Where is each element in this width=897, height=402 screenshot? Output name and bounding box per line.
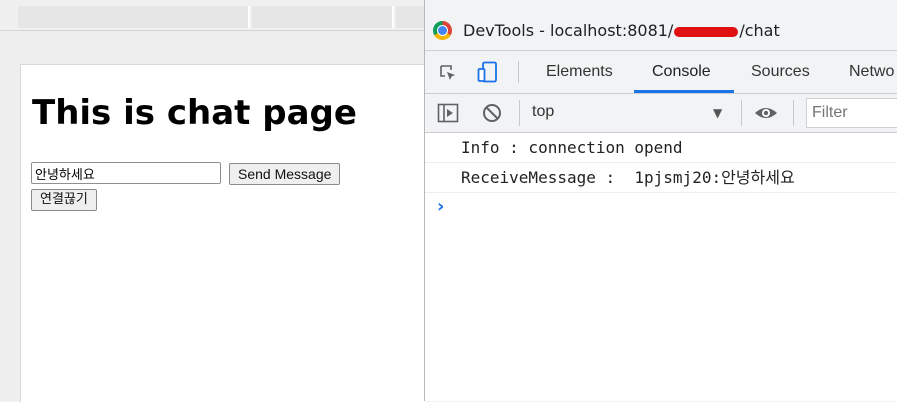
tab-elements[interactable]: Elements <box>546 63 613 81</box>
toolbar-separator <box>741 100 742 126</box>
disconnect-button[interactable]: 연결끊기 <box>31 189 97 211</box>
live-expression-eye-icon[interactable] <box>753 103 779 123</box>
active-tab-indicator <box>634 90 734 93</box>
devtools-title: DevTools - localhost:8081/ /chat <box>463 21 780 40</box>
redaction-mark <box>674 26 739 37</box>
devtools-titlebar: DevTools - localhost:8081/ /chat <box>425 0 897 51</box>
page-title: This is chat page <box>32 93 357 133</box>
devtools-tabbar: Elements Console Sources Netwo <box>425 51 897 94</box>
chat-page: This is chat page Send Message 연결끊기 <box>20 64 425 402</box>
browser-tabstrip <box>0 0 426 31</box>
console-log-line: ReceiveMessage : 1pjsmj20:안녕하세요 <box>425 163 897 193</box>
message-input[interactable] <box>31 162 221 184</box>
browser-tab[interactable] <box>396 6 426 28</box>
dropdown-arrow-icon[interactable]: ▼ <box>713 106 722 120</box>
context-selector[interactable]: top <box>532 103 554 121</box>
devtools-title-suffix: /chat <box>739 21 780 40</box>
filter-input[interactable] <box>806 98 897 128</box>
tab-separator <box>518 61 519 83</box>
console-prompt-icon[interactable]: › <box>437 196 444 217</box>
chrome-logo-icon <box>433 21 452 40</box>
devtools-panel: DevTools - localhost:8081/ /chat Elements… <box>424 0 897 401</box>
console-toolbar: top ▼ <box>425 94 897 133</box>
tab-network[interactable]: Netwo <box>849 63 894 81</box>
inspect-element-icon[interactable] <box>439 64 457 82</box>
device-toolbar-icon[interactable] <box>477 61 499 83</box>
clear-console-icon[interactable] <box>481 102 503 124</box>
console-output: Info : connection opend ReceiveMessage :… <box>425 133 897 217</box>
devtools-title-prefix: DevTools - localhost:8081/ <box>463 21 674 40</box>
browser-viewport: This is chat page Send Message 연결끊기 <box>0 0 426 402</box>
tab-sources[interactable]: Sources <box>751 63 810 81</box>
toolbar-separator <box>793 100 794 126</box>
console-log-line: Info : connection opend <box>425 133 897 163</box>
console-sidebar-icon[interactable] <box>437 102 459 124</box>
browser-tab[interactable] <box>252 6 394 28</box>
tab-console[interactable]: Console <box>652 63 711 81</box>
send-message-button[interactable]: Send Message <box>229 163 341 185</box>
browser-tab[interactable] <box>18 6 250 28</box>
toolbar-separator <box>519 100 520 126</box>
